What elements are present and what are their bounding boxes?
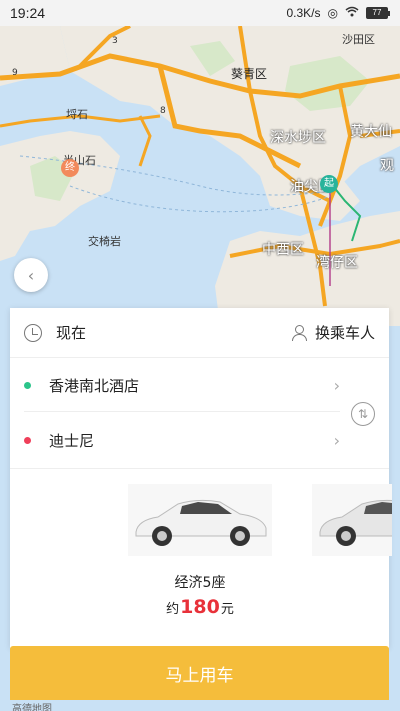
map-label-sha-tin: 沙田区 xyxy=(342,33,375,46)
departure-time-row[interactable]: 现在 换乘车人 xyxy=(10,308,389,358)
map-label-wong-tai-sin: 黄大仙 xyxy=(350,124,392,140)
end-location-row[interactable]: 迪士尼 › xyxy=(10,414,389,466)
change-rider-label: 换乘车人 xyxy=(314,324,375,342)
swap-locations-button[interactable]: ⇅ xyxy=(351,402,375,426)
map-label-wan-chai: 湾仔区 xyxy=(316,255,358,271)
car-price: 约180元 xyxy=(128,596,272,618)
map-label-lo-shek: 埒石 xyxy=(66,108,88,121)
battery-icon: 77 xyxy=(366,7,390,19)
start-marker: 起 xyxy=(320,175,338,193)
start-location-row[interactable]: 香港南北酒店 › xyxy=(10,360,389,412)
wifi-icon xyxy=(345,6,359,20)
car-type-name: 经济5座 xyxy=(174,575,226,591)
alarm-icon: ◎ xyxy=(327,6,338,20)
route-shield-3: 3 xyxy=(112,36,118,46)
map-label-kwai-tsing: 葵青区 xyxy=(231,67,268,81)
change-rider-button[interactable]: 换乘车人 xyxy=(291,322,375,343)
swap-icon: ⇅ xyxy=(357,407,369,421)
map-label-kau-yi-chau: 交椅岩 xyxy=(88,235,121,248)
status-bar: 19:24 0.3K/s ◎ 77 xyxy=(0,0,400,26)
car-image xyxy=(128,484,272,556)
chevron-right-icon: › xyxy=(333,430,340,450)
book-now-button[interactable]: 马上用车 xyxy=(10,646,389,700)
divider xyxy=(10,468,389,469)
chevron-left-icon: ‹ xyxy=(27,265,35,285)
status-time: 19:24 xyxy=(10,5,46,21)
car-image xyxy=(312,484,392,556)
car-option-economy[interactable] xyxy=(128,484,272,556)
start-dot-icon xyxy=(24,382,31,389)
clock-icon xyxy=(24,323,42,342)
start-location-text: 香港南北酒店 xyxy=(49,377,140,395)
map-label-central-western: 中西区 xyxy=(262,242,304,258)
trip-card: 现在 换乘车人 香港南北酒店 › 迪士尼 › ⇅ 经济5座 约180元 xyxy=(10,308,392,648)
person-icon xyxy=(291,324,307,341)
end-marker: 终 xyxy=(61,159,79,177)
map-label-sham-shui-po: 深水埗区 xyxy=(270,130,326,146)
price-amount: 180 xyxy=(180,596,220,618)
map-brand-logo: 高德地图 xyxy=(12,704,52,711)
car-option-next[interactable] xyxy=(312,484,392,556)
back-button[interactable]: ‹ xyxy=(14,258,48,292)
chevron-right-icon: › xyxy=(333,376,340,395)
network-speed: 0.3K/s xyxy=(286,6,321,20)
map-label-kwun-tong: 观 xyxy=(380,158,394,174)
end-dot-icon xyxy=(24,436,31,444)
departure-time-label: 现在 xyxy=(56,324,87,342)
end-location-text: 迪士尼 xyxy=(49,431,95,450)
route-shield-8: 8 xyxy=(160,106,166,116)
price-suffix: 元 xyxy=(220,602,234,617)
status-indicators: 0.3K/s ◎ 77 xyxy=(286,6,390,20)
battery-level: 77 xyxy=(366,7,388,19)
price-prefix: 约 xyxy=(166,602,180,617)
route-shield-9: 9 xyxy=(12,68,18,78)
